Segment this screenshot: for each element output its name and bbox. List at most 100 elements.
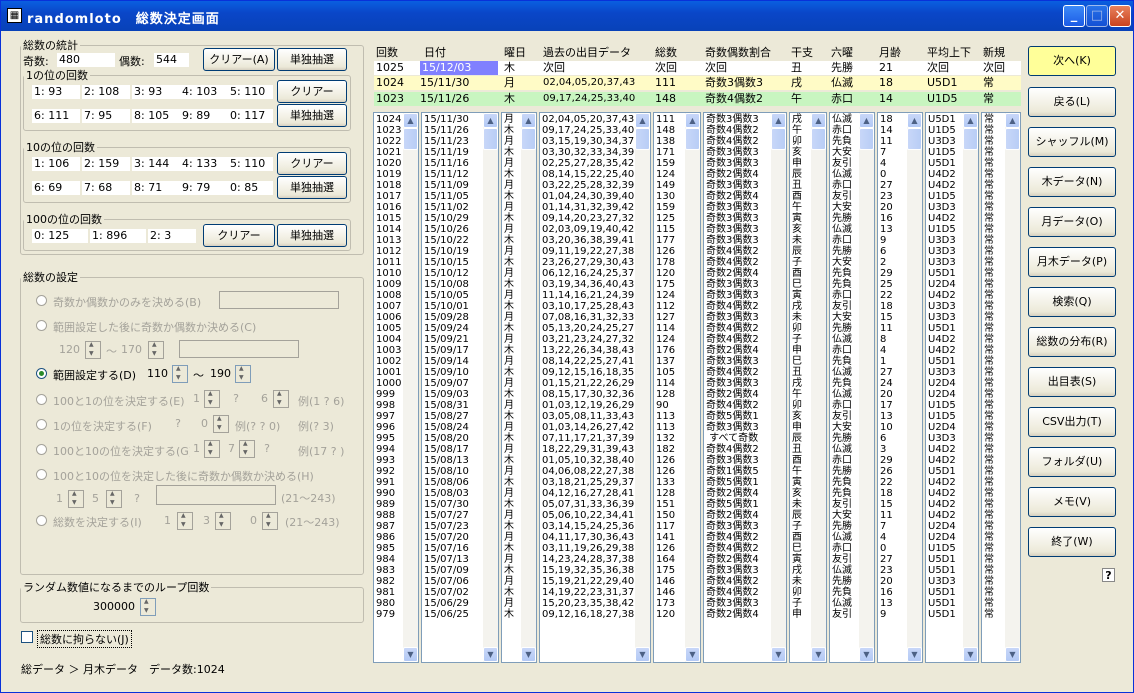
ones-b-spinner[interactable] — [213, 415, 229, 433]
scroll-down-icon[interactable]: ▼ — [403, 647, 418, 662]
scroll-up-icon[interactable]: ▲ — [635, 113, 650, 128]
list-ratio[interactable]: 奇数3偶数3 奇数4偶数2 奇数4偶数2 奇数3偶数3 奇数3偶数3 奇数2偶数… — [703, 112, 787, 663]
scroll-up-icon[interactable]: ▲ — [521, 113, 536, 128]
csv-export-button[interactable]: CSV出力(T) — [1028, 407, 1116, 437]
list-numbers-scrollbar[interactable]: ▲ ▼ — [635, 113, 650, 662]
scroll-down-icon[interactable]: ▼ — [483, 647, 498, 662]
radio-hund-ones[interactable] — [36, 394, 47, 405]
title-bar[interactable]: ▦ randomloto 総数決定画面 _ □ ✕ — [1, 1, 1133, 31]
scroll-thumb[interactable] — [403, 128, 418, 150]
scroll-thumb[interactable] — [521, 128, 536, 150]
folder-button[interactable]: フォルダ(U) — [1028, 447, 1116, 477]
list-date-scrollbar[interactable]: ▲ ▼ — [483, 113, 498, 662]
scroll-up-icon[interactable]: ▲ — [907, 113, 922, 128]
list-avg-scrollbar[interactable]: ▲ ▼ — [963, 113, 978, 662]
tens-draw-button[interactable]: 単独抽選 — [277, 176, 347, 199]
list-total-scrollbar[interactable]: ▲ ▼ — [685, 113, 700, 662]
scroll-down-icon[interactable]: ▼ — [1005, 647, 1020, 662]
scroll-thumb[interactable] — [483, 128, 498, 150]
range-min-spinner[interactable] — [172, 365, 188, 383]
radio-ones[interactable] — [36, 419, 47, 430]
scroll-thumb[interactable] — [963, 128, 978, 150]
list-avg[interactable]: U5D1 U1D5 U3D3 U1D5 U5D1 U4D2 U4D2 U1D5 … — [925, 112, 979, 663]
list-kaisu-scrollbar[interactable]: ▲ ▼ — [403, 113, 418, 662]
list-kaisu[interactable]: 1024 1023 1022 1021 1020 1019 1018 1017 … — [373, 112, 419, 663]
list-dow[interactable]: 月 木 月 木 月 木 月 木 月 木 月 木 月 木 月 木 月 木 月 木 … — [501, 112, 537, 663]
number-table-button[interactable]: 出目表(S) — [1028, 367, 1116, 397]
search-button[interactable]: 検索(Q) — [1028, 287, 1116, 317]
hund-tens-b-spinner[interactable] — [239, 440, 255, 458]
total-c-spinner[interactable] — [262, 512, 278, 530]
help-icon[interactable]: ? — [1102, 568, 1115, 582]
scroll-thumb[interactable] — [859, 128, 874, 150]
scroll-up-icon[interactable]: ▲ — [1005, 113, 1020, 128]
list-rokuyo[interactable]: 仏滅 赤口 先負 大安 友引 仏滅 赤口 友引 大安 先勝 仏滅 赤口 先勝 大… — [829, 112, 875, 663]
back-button[interactable]: 戻る(L) — [1028, 87, 1116, 117]
scroll-up-icon[interactable]: ▲ — [859, 113, 874, 128]
total-a-spinner[interactable] — [177, 512, 193, 530]
list-dow-scrollbar[interactable]: ▲ ▼ — [521, 113, 536, 662]
hto-b-spinner[interactable] — [106, 490, 122, 508]
exit-button[interactable]: 終了(W) — [1028, 527, 1116, 557]
scroll-down-icon[interactable]: ▼ — [685, 647, 700, 662]
scroll-up-icon[interactable]: ▲ — [771, 113, 786, 128]
minimize-button[interactable]: _ — [1063, 5, 1085, 27]
list-eto[interactable]: 戌 午 卯 亥 申 辰 丑 酉 午 寅 亥 未 辰 子 酉 巳 寅 戌 未 卯 … — [789, 112, 827, 663]
list-rokuyo-scrollbar[interactable]: ▲ ▼ — [859, 113, 874, 662]
memo-button[interactable]: メモ(V) — [1028, 487, 1116, 517]
hundreds-clear-button[interactable]: クリアー — [203, 224, 275, 247]
scroll-down-icon[interactable]: ▼ — [521, 647, 536, 662]
scroll-up-icon[interactable]: ▲ — [403, 113, 418, 128]
next-button[interactable]: 次へ(K) — [1028, 46, 1116, 76]
hund-tens-a-spinner[interactable] — [204, 440, 220, 458]
scroll-down-icon[interactable]: ▼ — [859, 647, 874, 662]
scroll-down-icon[interactable]: ▼ — [811, 647, 826, 662]
list-eto-scrollbar[interactable]: ▲ ▼ — [811, 113, 826, 662]
scroll-thumb[interactable] — [635, 128, 650, 150]
list-moon-scrollbar[interactable]: ▲ ▼ — [907, 113, 922, 662]
shuffle-button[interactable]: シャッフル(M) — [1028, 127, 1116, 157]
scroll-thumb[interactable] — [1005, 128, 1020, 150]
radio-total[interactable] — [36, 515, 47, 526]
scroll-up-icon[interactable]: ▲ — [811, 113, 826, 128]
list-new[interactable]: 常 常 常 常 常 常 常 常 常 常 常 常 常 常 常 常 常 常 常 常 … — [981, 112, 1021, 663]
ones-clear-button[interactable]: クリアー — [277, 80, 347, 103]
radio-hund-tens[interactable] — [36, 444, 47, 455]
scroll-thumb[interactable] — [811, 128, 826, 150]
hund-ones-a-spinner[interactable] — [204, 390, 220, 408]
hundreds-draw-button[interactable]: 単独抽選 — [277, 224, 347, 247]
distribution-button[interactable]: 総数の分布(R) — [1028, 327, 1116, 357]
hund-ones-c-spinner[interactable] — [273, 390, 289, 408]
list-new-scrollbar[interactable]: ▲ ▼ — [1005, 113, 1020, 662]
list-ratio-scrollbar[interactable]: ▲ ▼ — [771, 113, 786, 662]
scroll-down-icon[interactable]: ▼ — [963, 647, 978, 662]
radio-range[interactable] — [36, 368, 47, 379]
scroll-thumb[interactable] — [907, 128, 922, 150]
scroll-down-icon[interactable]: ▼ — [771, 647, 786, 662]
range-max-spinner[interactable] — [235, 365, 251, 383]
list-moon[interactable]: 18 14 11 7 4 0 27 23 20 16 13 9 6 2 29 2… — [877, 112, 923, 663]
thursday-data-button[interactable]: 木データ(N) — [1028, 167, 1116, 197]
list-numbers[interactable]: 02,04,05,20,37,43 09,17,24,25,33,40 03,1… — [539, 112, 651, 663]
radio-range-odd-even[interactable] — [36, 320, 47, 331]
ones-draw-button[interactable]: 単独抽選 — [277, 104, 347, 127]
monday-data-button[interactable]: 月データ(O) — [1028, 207, 1116, 237]
list-total[interactable]: 111 148 138 171 159 124 149 130 159 125 … — [653, 112, 701, 663]
scroll-down-icon[interactable]: ▼ — [907, 647, 922, 662]
scroll-thumb[interactable] — [771, 128, 786, 150]
scroll-down-icon[interactable]: ▼ — [635, 647, 650, 662]
scroll-thumb[interactable] — [685, 128, 700, 150]
scroll-up-icon[interactable]: ▲ — [963, 113, 978, 128]
loop-spinner[interactable] — [140, 598, 156, 616]
total-b-spinner[interactable] — [215, 512, 231, 530]
mon-thu-data-button[interactable]: 月木データ(P) — [1028, 247, 1116, 277]
radio-odd-even[interactable] — [36, 295, 47, 306]
radio-hund-tens-odd[interactable] — [36, 469, 47, 480]
tens-clear-button[interactable]: クリアー — [277, 152, 347, 175]
no-limit-checkbox[interactable] — [21, 631, 33, 643]
scroll-up-icon[interactable]: ▲ — [483, 113, 498, 128]
range-from-spinner[interactable] — [85, 341, 101, 359]
scroll-up-icon[interactable]: ▲ — [685, 113, 700, 128]
list-date[interactable]: 15/11/30 15/11/26 15/11/23 15/11/19 15/1… — [421, 112, 499, 663]
close-button[interactable]: ✕ — [1109, 5, 1131, 27]
